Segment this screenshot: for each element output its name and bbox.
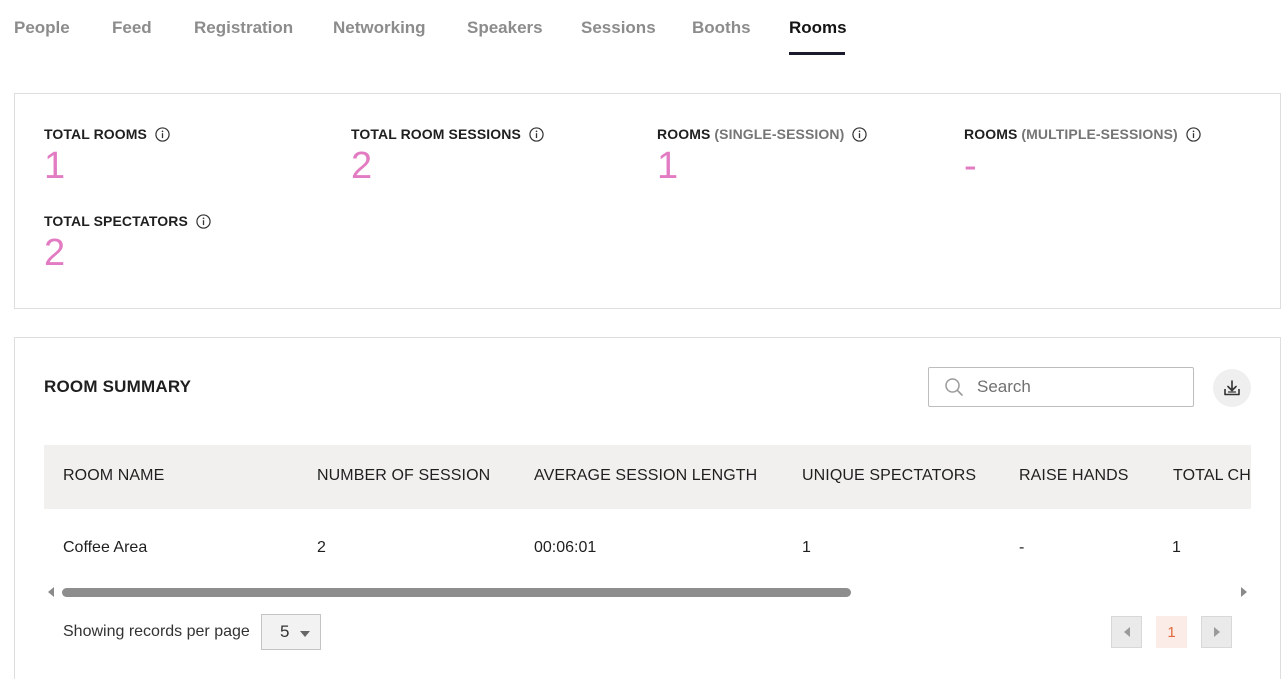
stat-value: - [964,145,977,187]
column-header-room-name[interactable]: ROOM NAME [63,467,164,485]
tab-registration[interactable]: Registration [194,0,333,56]
stat-rooms-multiple-sessions: ROOMS (MULTIPLE-SESSIONS) - [964,126,1201,188]
tab-networking[interactable]: Networking [333,0,467,56]
chevron-left-icon [1123,627,1130,637]
room-stats-card: TOTAL ROOMS 1 TOTAL ROOM SESSIONS 2 ROOM… [14,93,1281,309]
stat-value: 1 [44,145,66,187]
column-header-average-session-length[interactable]: AVERAGE SESSION LENGTH [534,467,757,485]
scroll-right-arrow-icon[interactable] [1241,587,1247,597]
page-number-button[interactable]: 1 [1156,616,1187,648]
column-header-number-of-session[interactable]: NUMBER OF SESSION [317,467,490,485]
info-icon[interactable] [852,126,868,142]
next-page-button[interactable] [1201,616,1232,648]
stat-total-room-sessions: TOTAL ROOM SESSIONS 2 [351,126,544,188]
caret-down-icon [300,631,310,637]
column-header-raise-hands[interactable]: RAISE HANDS [1019,467,1129,485]
room-summary-card: ROOM SUMMARY ROOM NAME NUMBER OF SESSION… [14,337,1281,679]
info-icon[interactable] [196,213,211,229]
download-icon [1224,380,1240,396]
records-per-page-value: 5 [280,622,290,641]
column-header-total-chats[interactable]: TOTAL CHATS [1173,467,1251,485]
info-icon[interactable] [1186,126,1201,142]
info-icon[interactable] [529,126,544,142]
records-per-page-select[interactable]: 5 [261,614,321,650]
download-button[interactable] [1213,369,1251,407]
chevron-right-icon [1213,627,1220,637]
tab-speakers[interactable]: Speakers [467,0,581,56]
cell-raise-hands: - [1019,539,1025,556]
scrollbar-thumb[interactable] [62,588,851,597]
cell-average-session-length: 00:06:01 [534,539,597,556]
tab-booths[interactable]: Booths [692,0,789,56]
stat-value: 2 [44,232,66,274]
room-summary-title: ROOM SUMMARY [44,377,192,396]
tab-rooms[interactable]: Rooms [789,0,847,56]
stat-label: TOTAL ROOM SESSIONS [351,126,521,142]
stat-label: ROOMS [964,126,1018,142]
stat-value: 1 [657,145,679,187]
stat-label: TOTAL ROOMS [44,126,147,142]
horizontal-scrollbar[interactable] [44,585,1251,599]
search-input[interactable] [977,377,1177,397]
tab-bar: People Feed Registration Networking Spea… [14,0,847,56]
stat-value: 2 [351,145,373,187]
search-box[interactable] [928,367,1194,407]
scroll-left-arrow-icon[interactable] [48,587,54,597]
cell-number-of-session: 2 [317,539,326,556]
stat-total-spectators: TOTAL SPECTATORS 2 [44,213,211,275]
cell-total-chats: 1 [1172,539,1181,556]
cell-unique-spectators: 1 [802,539,811,556]
previous-page-button[interactable] [1111,616,1142,648]
tab-people[interactable]: People [14,0,112,56]
stat-label-sub: (SINGLE-SESSION) [714,126,845,142]
stat-label-sub: (MULTIPLE-SESSIONS) [1021,126,1178,142]
stat-label: TOTAL SPECTATORS [44,213,188,229]
stat-label: ROOMS [657,126,711,142]
stat-total-rooms: TOTAL ROOMS 1 [44,126,170,188]
info-icon[interactable] [155,126,170,142]
search-icon [945,378,963,396]
stat-rooms-single-session: ROOMS (SINGLE-SESSION) 1 [657,126,868,188]
records-per-page-label: Showing records per page [63,623,250,640]
room-summary-table: ROOM NAME NUMBER OF SESSION AVERAGE SESS… [44,445,1251,585]
tab-sessions[interactable]: Sessions [581,0,692,56]
tab-feed[interactable]: Feed [112,0,194,56]
column-header-unique-spectators[interactable]: UNIQUE SPECTATORS [802,467,976,485]
cell-room-name: Coffee Area [63,539,148,556]
